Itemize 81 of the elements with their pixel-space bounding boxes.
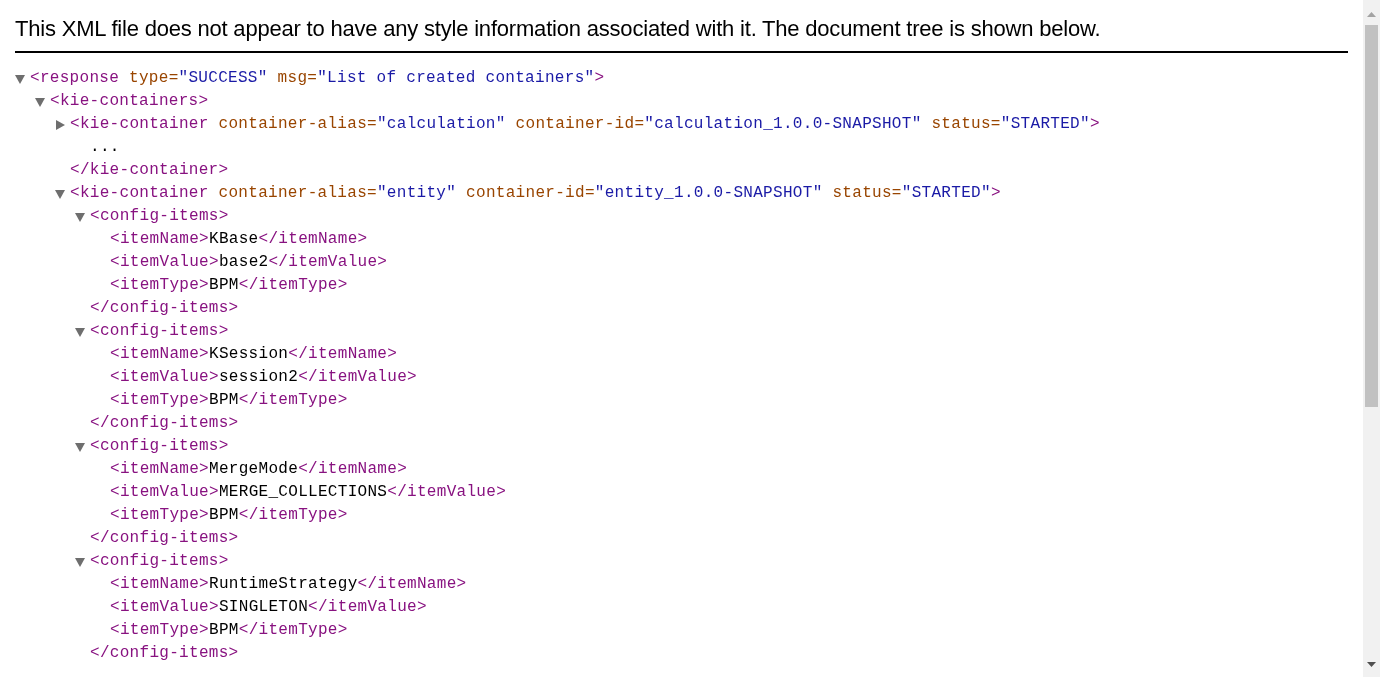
xml-tag: <kie-container	[70, 113, 209, 136]
xml-tag: >	[990, 182, 1001, 205]
attribute-value: "List of created containers"	[317, 68, 595, 89]
xml-tag: </kie-container>	[70, 161, 229, 179]
attribute-value: "STARTED"	[1000, 114, 1090, 135]
xml-tag: <itemType>	[110, 506, 209, 524]
xml-tag: <config-items>	[90, 550, 229, 573]
triangle-down-icon[interactable]	[15, 73, 25, 84]
xml-tag: <config-items>	[90, 320, 229, 343]
xml-tag: <itemType>	[110, 391, 209, 409]
attribute-name: container-alias=	[217, 183, 377, 204]
xml-tag: </itemType>	[238, 276, 348, 294]
xml-tag: </config-items>	[90, 299, 239, 317]
xml-tag: <kie-containers>	[50, 90, 209, 113]
triangle-right-icon[interactable]	[55, 119, 65, 130]
scroll-down-arrow-icon[interactable]	[1367, 662, 1376, 667]
text-content: BPM	[209, 621, 239, 639]
xml-tag: </itemType>	[238, 506, 348, 524]
triangle-down-icon[interactable]	[75, 211, 85, 222]
xml-tag: </itemValue>	[308, 598, 427, 616]
attribute-value: "entity"	[376, 183, 457, 204]
attribute-name: msg=	[276, 68, 318, 89]
xml-tag: </config-items>	[90, 414, 239, 432]
triangle-down-icon[interactable]	[35, 96, 45, 107]
xml-tag: <itemName>	[110, 460, 209, 478]
text-content: BPM	[209, 506, 239, 524]
xml-tag: </itemType>	[238, 391, 348, 409]
triangle-down-icon[interactable]	[55, 188, 65, 199]
attribute-name: type=	[128, 68, 179, 89]
xml-tag: <itemName>	[110, 575, 209, 593]
xml-tag: </itemValue>	[268, 253, 388, 271]
xml-tag: <itemValue>	[110, 598, 219, 616]
text-content: KBase	[209, 230, 259, 248]
xml-tag: </itemType>	[238, 621, 348, 639]
text-content: KSession	[209, 345, 289, 363]
attribute-name: status=	[930, 114, 1001, 135]
attribute-name: status=	[831, 183, 902, 204]
xml-tag: </itemValue>	[298, 368, 417, 386]
xml-tag: <itemValue>	[110, 253, 219, 271]
attribute-value: "STARTED"	[901, 183, 991, 204]
xml-tag: >	[1089, 113, 1100, 136]
text-content: RuntimeStrategy	[209, 575, 358, 593]
xml-tag: <response	[30, 67, 120, 90]
xml-tag: </itemName>	[288, 345, 398, 363]
triangle-down-icon[interactable]	[75, 326, 85, 337]
scrollbar[interactable]	[1363, 0, 1380, 677]
text-content: SINGLETON	[218, 598, 309, 616]
attribute-value: "SUCCESS"	[178, 68, 268, 89]
attribute-name: container-alias=	[217, 114, 377, 135]
triangle-down-icon[interactable]	[75, 556, 85, 567]
xml-tag: </itemName>	[258, 230, 368, 248]
text-content: MergeMode	[209, 460, 299, 478]
xml-tag: <config-items>	[90, 435, 229, 458]
text-content: BPM	[209, 391, 239, 409]
info-message: This XML file does not appear to have any style information associated with it. The document tree is shown below.	[15, 15, 1102, 43]
attribute-name: container-id=	[465, 183, 595, 204]
xml-tag: <itemName>	[110, 345, 209, 363]
xml-tag: <config-items>	[90, 205, 229, 228]
xml-tag: <itemValue>	[110, 368, 219, 386]
xml-tag: >	[594, 67, 605, 90]
xml-tag: <kie-container	[70, 182, 209, 205]
xml-tag: </itemValue>	[387, 483, 507, 501]
attribute-name: container-id=	[514, 114, 645, 135]
scrollbar-thumb[interactable]	[1365, 25, 1378, 407]
text-content: session2	[218, 368, 299, 386]
text-content: MERGE_COLLECTIONS	[218, 483, 388, 501]
xml-tag: </itemName>	[298, 460, 408, 478]
text-content: ...	[90, 138, 120, 156]
text-content: BPM	[209, 276, 239, 294]
xml-tag: <itemType>	[110, 276, 209, 294]
xml-tag: </config-items>	[90, 644, 239, 662]
xml-tag: <itemName>	[110, 230, 209, 248]
triangle-down-icon[interactable]	[75, 441, 85, 452]
xml-tag: <itemType>	[110, 621, 209, 639]
xml-tag: <itemValue>	[110, 483, 219, 501]
attribute-value: "calculation"	[376, 114, 506, 135]
attribute-value: "calculation_1.0.0-SNAPSHOT"	[644, 114, 922, 135]
text-content: base2	[218, 253, 269, 271]
xml-tag: </itemName>	[357, 575, 467, 593]
attribute-value: "entity_1.0.0-SNAPSHOT"	[594, 183, 823, 204]
xml-tag: </config-items>	[90, 529, 239, 547]
